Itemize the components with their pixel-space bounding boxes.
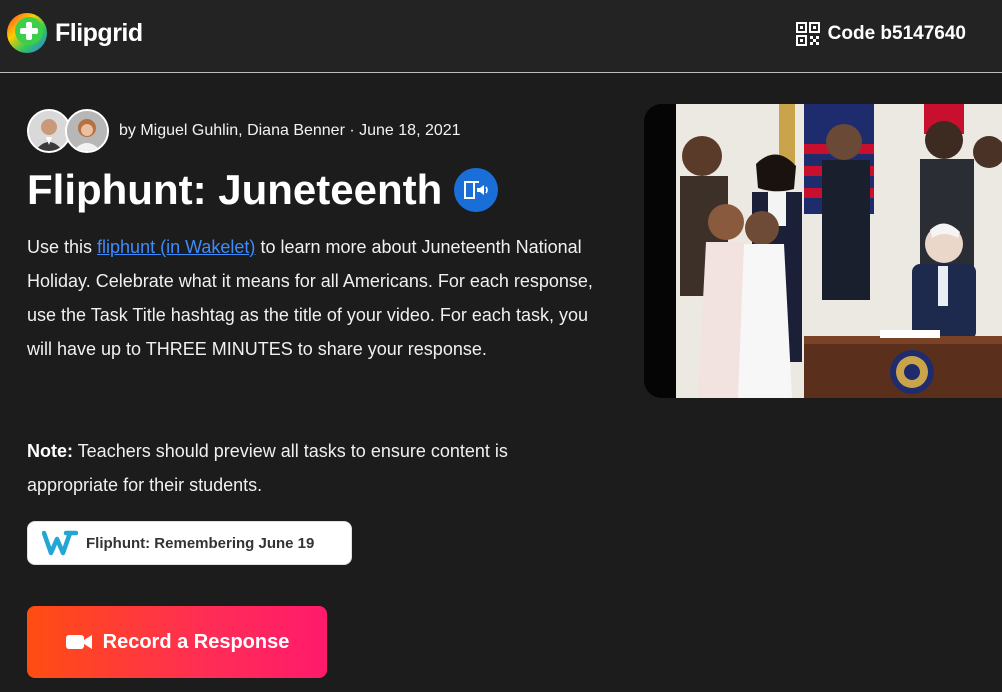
- signing-ceremony-photo: [644, 104, 1002, 398]
- join-code[interactable]: Code b5147640: [795, 22, 966, 46]
- teacher-note: Note: Teachers should preview all tasks …: [27, 434, 602, 502]
- code-label: Code b5147640: [827, 23, 966, 44]
- qr-code-icon: [795, 22, 820, 46]
- note-text: Teachers should preview all tasks to ens…: [27, 441, 508, 495]
- avatar: [65, 109, 109, 153]
- topic-photo[interactable]: [644, 104, 1002, 398]
- person-icon: [67, 111, 107, 151]
- video-camera-icon: [65, 635, 92, 649]
- wakelet-link[interactable]: fliphunt (in Wakelet): [97, 237, 255, 257]
- brand-name[interactable]: Flipgrid: [55, 19, 143, 48]
- wakelet-icon: [42, 530, 78, 556]
- record-label: Record a Response: [102, 630, 290, 653]
- wakelet-resource-button[interactable]: Fliphunt: Remembering June 19: [27, 521, 352, 565]
- note-label: Note:: [27, 441, 73, 461]
- topic-description: Use this fliphunt (in Wakelet) to learn …: [27, 230, 602, 366]
- top-bar: Flipgrid Code b5147640: [0, 0, 1002, 73]
- author-byline: by Miguel Guhlin, Diana Benner · June 18…: [119, 122, 461, 139]
- person-icon: [29, 111, 69, 151]
- record-response-button[interactable]: Record a Response: [27, 606, 327, 678]
- immersive-reader-button[interactable]: [454, 168, 499, 212]
- flipgrid-logo-icon[interactable]: [6, 12, 48, 54]
- author-row: by Miguel Guhlin, Diana Benner · June 18…: [27, 108, 461, 154]
- topic-title-row: Fliphunt: Juneteenth: [27, 166, 499, 214]
- page-title: Fliphunt: Juneteenth: [27, 166, 443, 213]
- resource-label: Fliphunt: Remembering June 19: [86, 534, 315, 552]
- description-prefix: Use this: [27, 237, 98, 257]
- immersive-reader-icon: [464, 181, 489, 199]
